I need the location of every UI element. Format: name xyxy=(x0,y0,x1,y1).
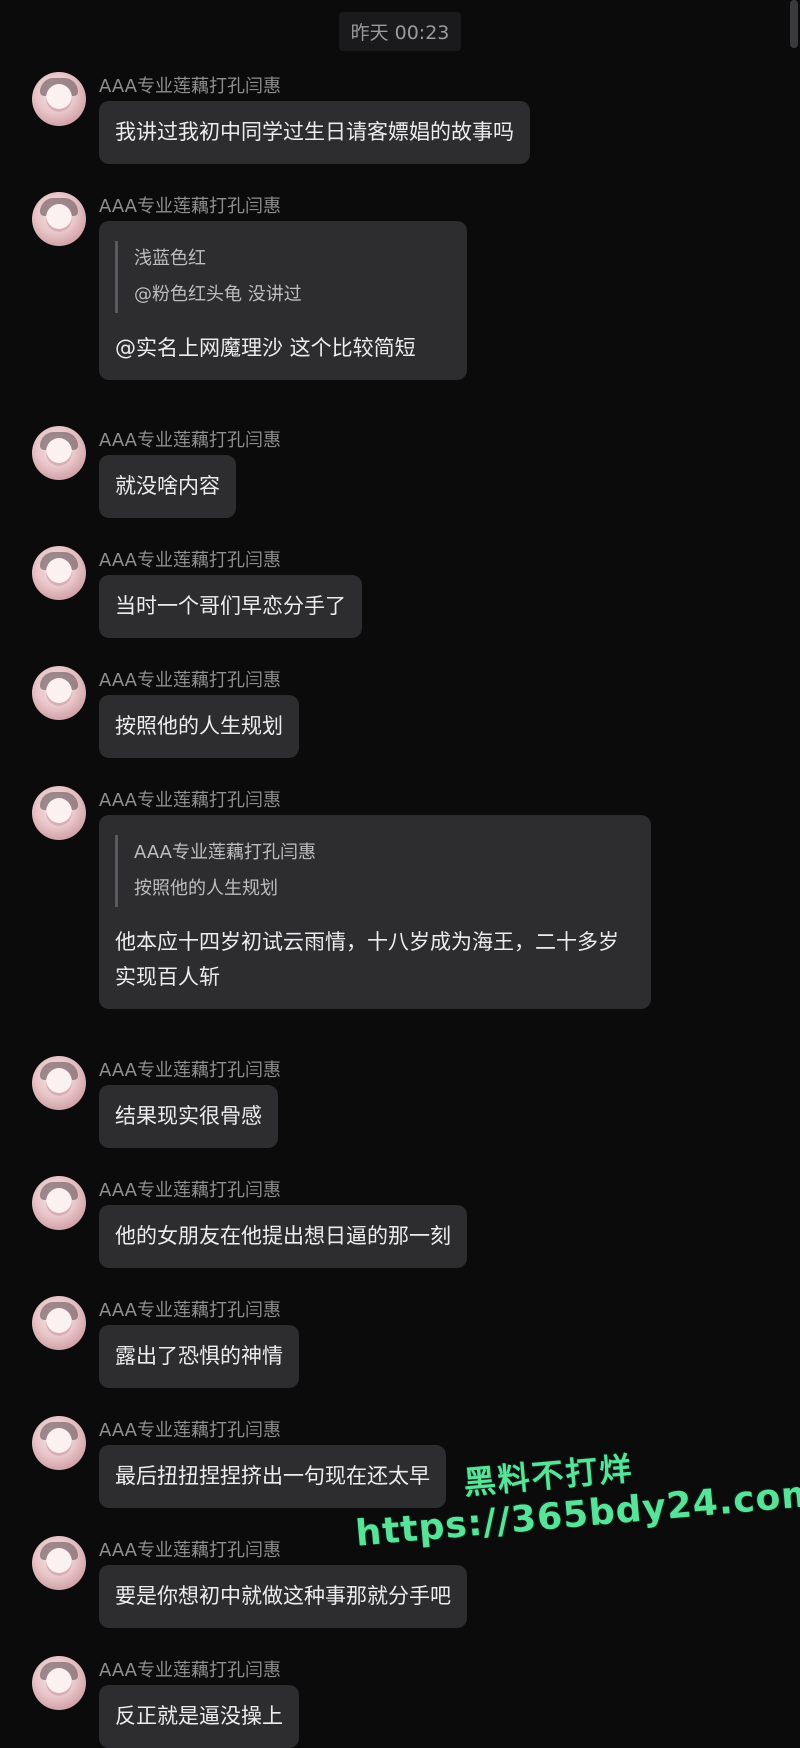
sender-name: AAA专业莲藕打孔闫惠 xyxy=(99,76,281,97)
quoted-message[interactable]: 浅蓝色红 @粉色红头龟 没讲过 xyxy=(115,241,451,313)
avatar[interactable] xyxy=(32,1656,86,1710)
timestamp-label: 昨天 00:23 xyxy=(338,12,462,51)
watermark-title: 黑料不打烊 xyxy=(462,1449,635,1503)
avatar[interactable] xyxy=(32,1056,86,1110)
quoted-message[interactable]: AAA专业莲藕打孔闫惠 按照他的人生规划 xyxy=(115,835,635,907)
message-bubble[interactable]: 结果现实很骨感 xyxy=(99,1085,278,1148)
avatar[interactable] xyxy=(32,666,86,720)
sender-name: AAA专业莲藕打孔闫惠 xyxy=(99,1300,281,1321)
sender-name: AAA专业莲藕打孔闫惠 xyxy=(99,430,281,451)
message-bubble[interactable]: 当时一个哥们早恋分手了 xyxy=(99,575,362,638)
message-bubble[interactable]: 我讲过我初中同学过生日请客嫖娼的故事吗 xyxy=(99,101,530,164)
sender-name: AAA专业莲藕打孔闫惠 xyxy=(99,1540,281,1561)
message-bubble[interactable]: 露出了恐惧的神情 xyxy=(99,1325,299,1388)
message-text: @实名上网魔理沙 这个比较简短 xyxy=(115,336,416,360)
sender-name: AAA专业莲藕打孔闫惠 xyxy=(99,1660,281,1681)
message-bubble[interactable]: 最后扭扭捏捏挤出一句现在还太早 xyxy=(99,1445,446,1508)
avatar[interactable] xyxy=(32,1536,86,1590)
timestamp-divider: 昨天 00:23 xyxy=(0,12,800,51)
message-bubble[interactable]: 就没啥内容 xyxy=(99,455,236,518)
message-bubble[interactable]: 浅蓝色红 @粉色红头龟 没讲过 @实名上网魔理沙 这个比较简短 xyxy=(99,221,467,380)
avatar[interactable] xyxy=(32,192,86,246)
message-text: 他本应十四岁初试云雨情，十八岁成为海王，二十多岁实现百人斩 xyxy=(115,930,619,989)
avatar[interactable] xyxy=(32,1416,86,1470)
sender-name: AAA专业莲藕打孔闫惠 xyxy=(99,670,281,691)
sender-name: AAA专业莲藕打孔闫惠 xyxy=(99,1060,281,1081)
message-bubble[interactable]: 要是你想初中就做这种事那就分手吧 xyxy=(99,1565,467,1628)
sender-name: AAA专业莲藕打孔闫惠 xyxy=(99,1420,281,1441)
quoted-sender: AAA专业莲藕打孔闫惠 xyxy=(134,842,316,863)
avatar[interactable] xyxy=(32,1296,86,1350)
avatar[interactable] xyxy=(32,426,86,480)
sender-name: AAA专业莲藕打孔闫惠 xyxy=(99,550,281,571)
quoted-text: 按照他的人生规划 xyxy=(134,878,278,899)
avatar[interactable] xyxy=(32,1176,86,1230)
message-bubble[interactable]: 他的女朋友在他提出想日逼的那一刻 xyxy=(99,1205,467,1268)
message-bubble[interactable]: AAA专业莲藕打孔闫惠 按照他的人生规划 他本应十四岁初试云雨情，十八岁成为海王… xyxy=(99,815,651,1009)
avatar[interactable] xyxy=(32,72,86,126)
sender-name: AAA专业莲藕打孔闫惠 xyxy=(99,196,281,217)
quoted-text: @粉色红头龟 没讲过 xyxy=(134,284,302,305)
quoted-sender: 浅蓝色红 xyxy=(134,248,206,269)
message-bubble[interactable]: 反正就是逼没操上 xyxy=(99,1685,299,1748)
message-bubble[interactable]: 按照他的人生规划 xyxy=(99,695,299,758)
sender-name: AAA专业莲藕打孔闫惠 xyxy=(99,1180,281,1201)
avatar[interactable] xyxy=(32,786,86,840)
avatar[interactable] xyxy=(32,546,86,600)
sender-name: AAA专业莲藕打孔闫惠 xyxy=(99,790,281,811)
